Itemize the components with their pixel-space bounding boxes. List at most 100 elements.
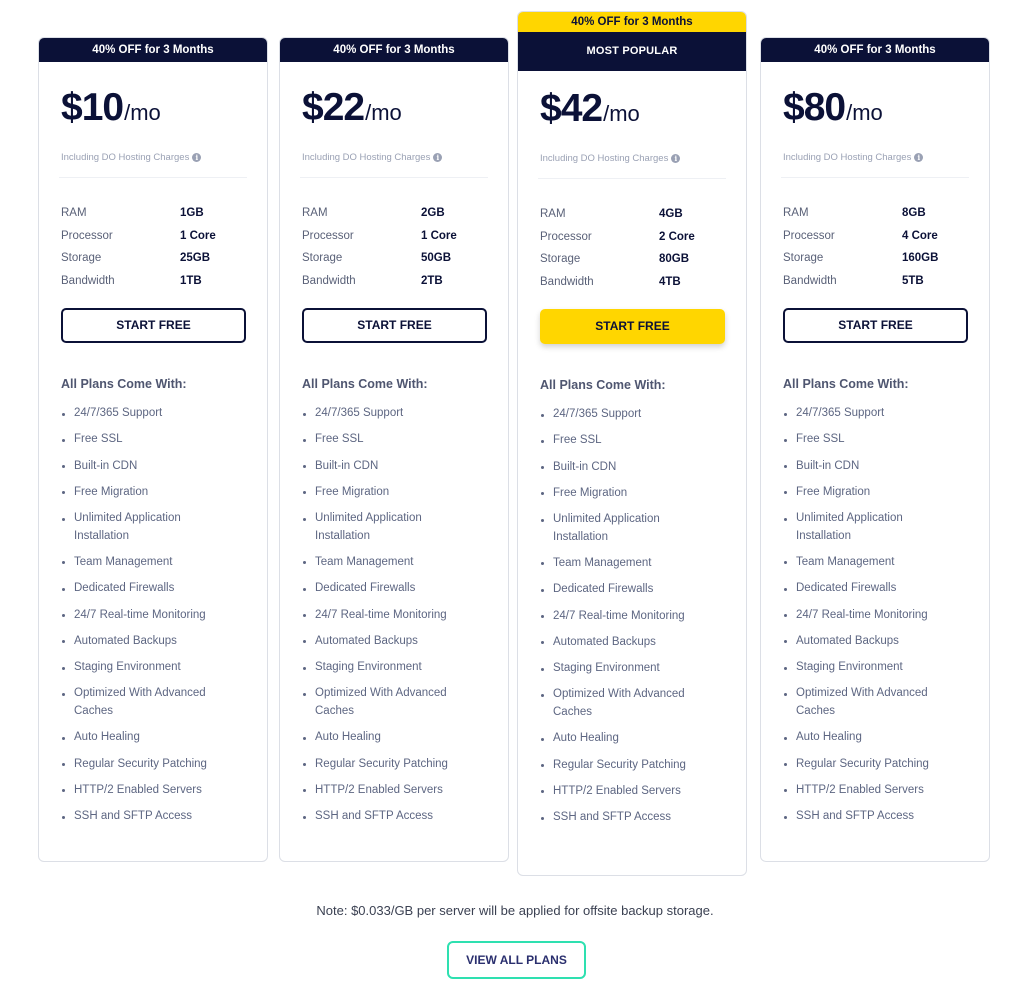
feature-item: Dedicated Firewalls [302, 580, 477, 598]
divider [300, 177, 488, 178]
feature-item: Built-in CDN [540, 459, 715, 477]
feature-item: Auto Healing [302, 729, 477, 747]
most-popular-badge: MOST POPULAR [518, 32, 746, 71]
feature-item: Optimized With Advanced Caches [540, 686, 715, 721]
feature-item: Automated Backups [783, 633, 958, 651]
features-list: 24/7/365 Support Free SSL Built-in CDN Free… [783, 405, 967, 826]
spec-row: Bandwidth 5TB [783, 270, 967, 293]
feature-item: SSH and SFTP Access [783, 808, 958, 826]
plan-body: $80 /mo Including DO Hosting Charges i R… [761, 86, 989, 826]
discount-banner: 40% OFF for 3 Months [518, 12, 746, 32]
feature-item: Automated Backups [302, 633, 477, 651]
spec-value: 160GB [902, 252, 939, 265]
feature-item: Free Migration [61, 484, 236, 502]
feature-item: 24/7/365 Support [302, 405, 477, 423]
price-period: /mo [603, 101, 640, 126]
spec-row: RAM 1GB [61, 202, 245, 225]
price-period: /mo [846, 100, 883, 125]
feature-item: Free Migration [540, 485, 715, 503]
features-title: All Plans Come With: [783, 377, 909, 391]
spec-value: 80GB [659, 253, 690, 266]
feature-item: Staging Environment [302, 659, 477, 677]
info-icon[interactable]: i [192, 153, 202, 162]
spec-label: Bandwidth [61, 274, 115, 287]
info-icon[interactable]: i [671, 154, 681, 163]
discount-banner: 40% OFF for 3 Months [39, 38, 267, 62]
spec-label: Processor [540, 230, 592, 243]
start-free-button[interactable]: START FREE [540, 309, 725, 344]
hosting-charges-text: Including DO Hosting Charges [783, 152, 912, 163]
hosting-charges-text: Including DO Hosting Charges [540, 153, 669, 164]
feature-item: Staging Environment [540, 660, 715, 678]
plan-price: $22 /mo [302, 86, 486, 136]
plan-card: 40% OFF for 3 Months $80 /mo Including D… [760, 37, 990, 862]
view-all-plans-button[interactable]: VIEW ALL PLANS [447, 941, 586, 979]
plan-specs: RAM 8GB Processor 4 Core Storage 160GB B… [783, 202, 967, 292]
plan-specs: RAM 2GB Processor 1 Core Storage 50GB Ba… [302, 202, 486, 292]
spec-value: 4TB [659, 275, 681, 288]
spec-value: 5TB [902, 274, 924, 287]
feature-item: Free SSL [540, 432, 715, 450]
feature-item: SSH and SFTP Access [61, 808, 236, 826]
price-amount: $10 [61, 86, 124, 129]
price-amount: $22 [302, 86, 365, 129]
spec-value: 2 Core [659, 230, 695, 243]
spec-label: Processor [783, 229, 835, 242]
discount-banner: 40% OFF for 3 Months [761, 38, 989, 62]
feature-item: 24/7/365 Support [61, 405, 236, 423]
feature-item: Regular Security Patching [302, 756, 477, 774]
feature-item: Auto Healing [540, 730, 715, 748]
spec-row: Storage 25GB [61, 247, 245, 270]
feature-item: Team Management [61, 554, 236, 572]
feature-item: HTTP/2 Enabled Servers [783, 782, 958, 800]
feature-item: Unlimited Application Installation [302, 510, 477, 545]
feature-item: Optimized With Advanced Caches [61, 685, 236, 720]
spec-value: 1 Core [180, 229, 216, 242]
feature-item: Staging Environment [783, 659, 958, 677]
spec-value: 4GB [659, 208, 683, 221]
feature-item: Built-in CDN [783, 458, 958, 476]
spec-label: Storage [783, 252, 824, 265]
spec-label: Bandwidth [302, 274, 356, 287]
feature-item: Dedicated Firewalls [61, 580, 236, 598]
plan-card: 40% OFF for 3 Months $10 /mo Including D… [38, 37, 268, 862]
feature-item: Dedicated Firewalls [783, 580, 958, 598]
discount-banner: 40% OFF for 3 Months [280, 38, 508, 62]
info-icon[interactable]: i [433, 153, 443, 162]
spec-label: Storage [61, 252, 102, 265]
spec-value: 50GB [421, 252, 452, 265]
spec-row: RAM 8GB [783, 202, 967, 225]
feature-item: Unlimited Application Installation [61, 510, 236, 545]
feature-item: 24/7/365 Support [540, 406, 715, 424]
start-free-button[interactable]: START FREE [783, 308, 968, 343]
plan-price: $42 /mo [540, 87, 724, 137]
plan-price: $80 /mo [783, 86, 967, 136]
start-free-button[interactable]: START FREE [61, 308, 246, 343]
feature-item: Dedicated Firewalls [540, 581, 715, 599]
price-period: /mo [124, 100, 161, 125]
spec-row: RAM 2GB [302, 202, 486, 225]
spec-value: 2GB [421, 207, 445, 220]
feature-item: Regular Security Patching [783, 756, 958, 774]
feature-item: Automated Backups [540, 634, 715, 652]
plan-specs: RAM 4GB Processor 2 Core Storage 80GB Ba… [540, 203, 724, 293]
spec-label: RAM [783, 207, 809, 220]
spec-label: Storage [302, 252, 343, 265]
plan-price: $10 /mo [61, 86, 245, 136]
spec-value: 25GB [180, 252, 211, 265]
price-amount: $42 [540, 87, 603, 130]
spec-value: 1TB [180, 274, 202, 287]
feature-item: Automated Backups [61, 633, 236, 651]
plan-specs: RAM 1GB Processor 1 Core Storage 25GB Ba… [61, 202, 245, 292]
feature-item: SSH and SFTP Access [302, 808, 477, 826]
price-amount: $80 [783, 86, 846, 129]
divider [538, 178, 726, 179]
plan-card: 40% OFF for 3 Months $22 /mo Including D… [279, 37, 509, 862]
features-title: All Plans Come With: [540, 378, 666, 392]
start-free-button[interactable]: START FREE [302, 308, 487, 343]
feature-item: Built-in CDN [302, 458, 477, 476]
feature-item: Free SSL [783, 431, 958, 449]
spec-row: Storage 80GB [540, 248, 724, 271]
feature-item: Optimized With Advanced Caches [783, 685, 958, 720]
info-icon[interactable]: i [914, 153, 924, 162]
